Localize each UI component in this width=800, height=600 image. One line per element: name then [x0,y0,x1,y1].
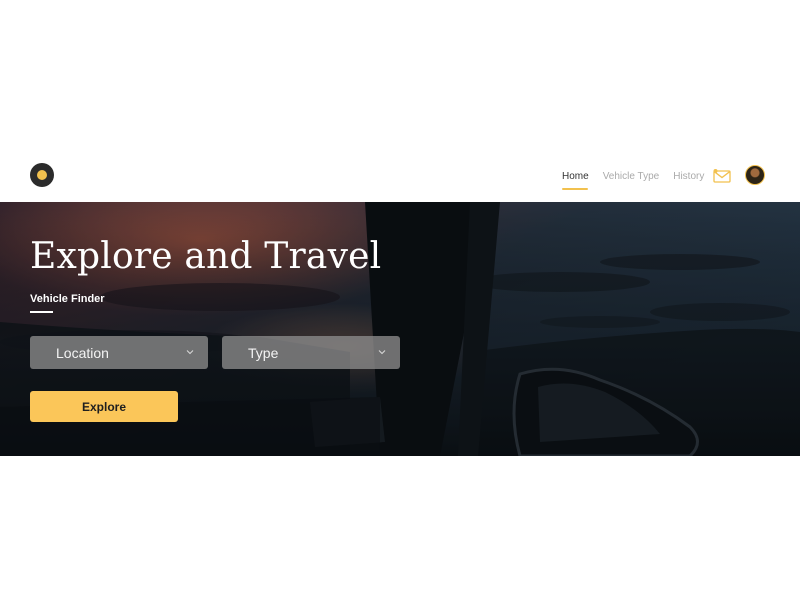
navbar: Home Vehicle Type History [0,152,800,202]
nav-links: Home Vehicle Type History [562,171,718,190]
nav-link-history[interactable]: History [673,171,704,187]
type-select[interactable]: Type [222,336,400,369]
page: Home Vehicle Type History Explore and Tr… [0,0,800,600]
hero-subtitle: Vehicle Finder [30,293,105,305]
chevron-down-icon [378,350,386,355]
nav-link-home[interactable]: Home [562,171,589,190]
chevron-down-icon [186,350,194,355]
type-select-label: Type [248,345,279,361]
hero-title: Explore and Travel [30,236,382,277]
nav-link-vehicle-type[interactable]: Vehicle Type [603,171,660,187]
mail-icon[interactable] [713,169,731,183]
location-select[interactable]: Location [30,336,208,369]
subtitle-underline [30,311,53,313]
logo-icon[interactable] [30,163,54,187]
avatar[interactable] [745,165,765,185]
explore-button[interactable]: Explore [30,391,178,422]
location-select-label: Location [56,345,109,361]
hero-banner: Explore and Travel Vehicle Finder Locati… [0,202,800,456]
logo-dot [37,170,47,180]
